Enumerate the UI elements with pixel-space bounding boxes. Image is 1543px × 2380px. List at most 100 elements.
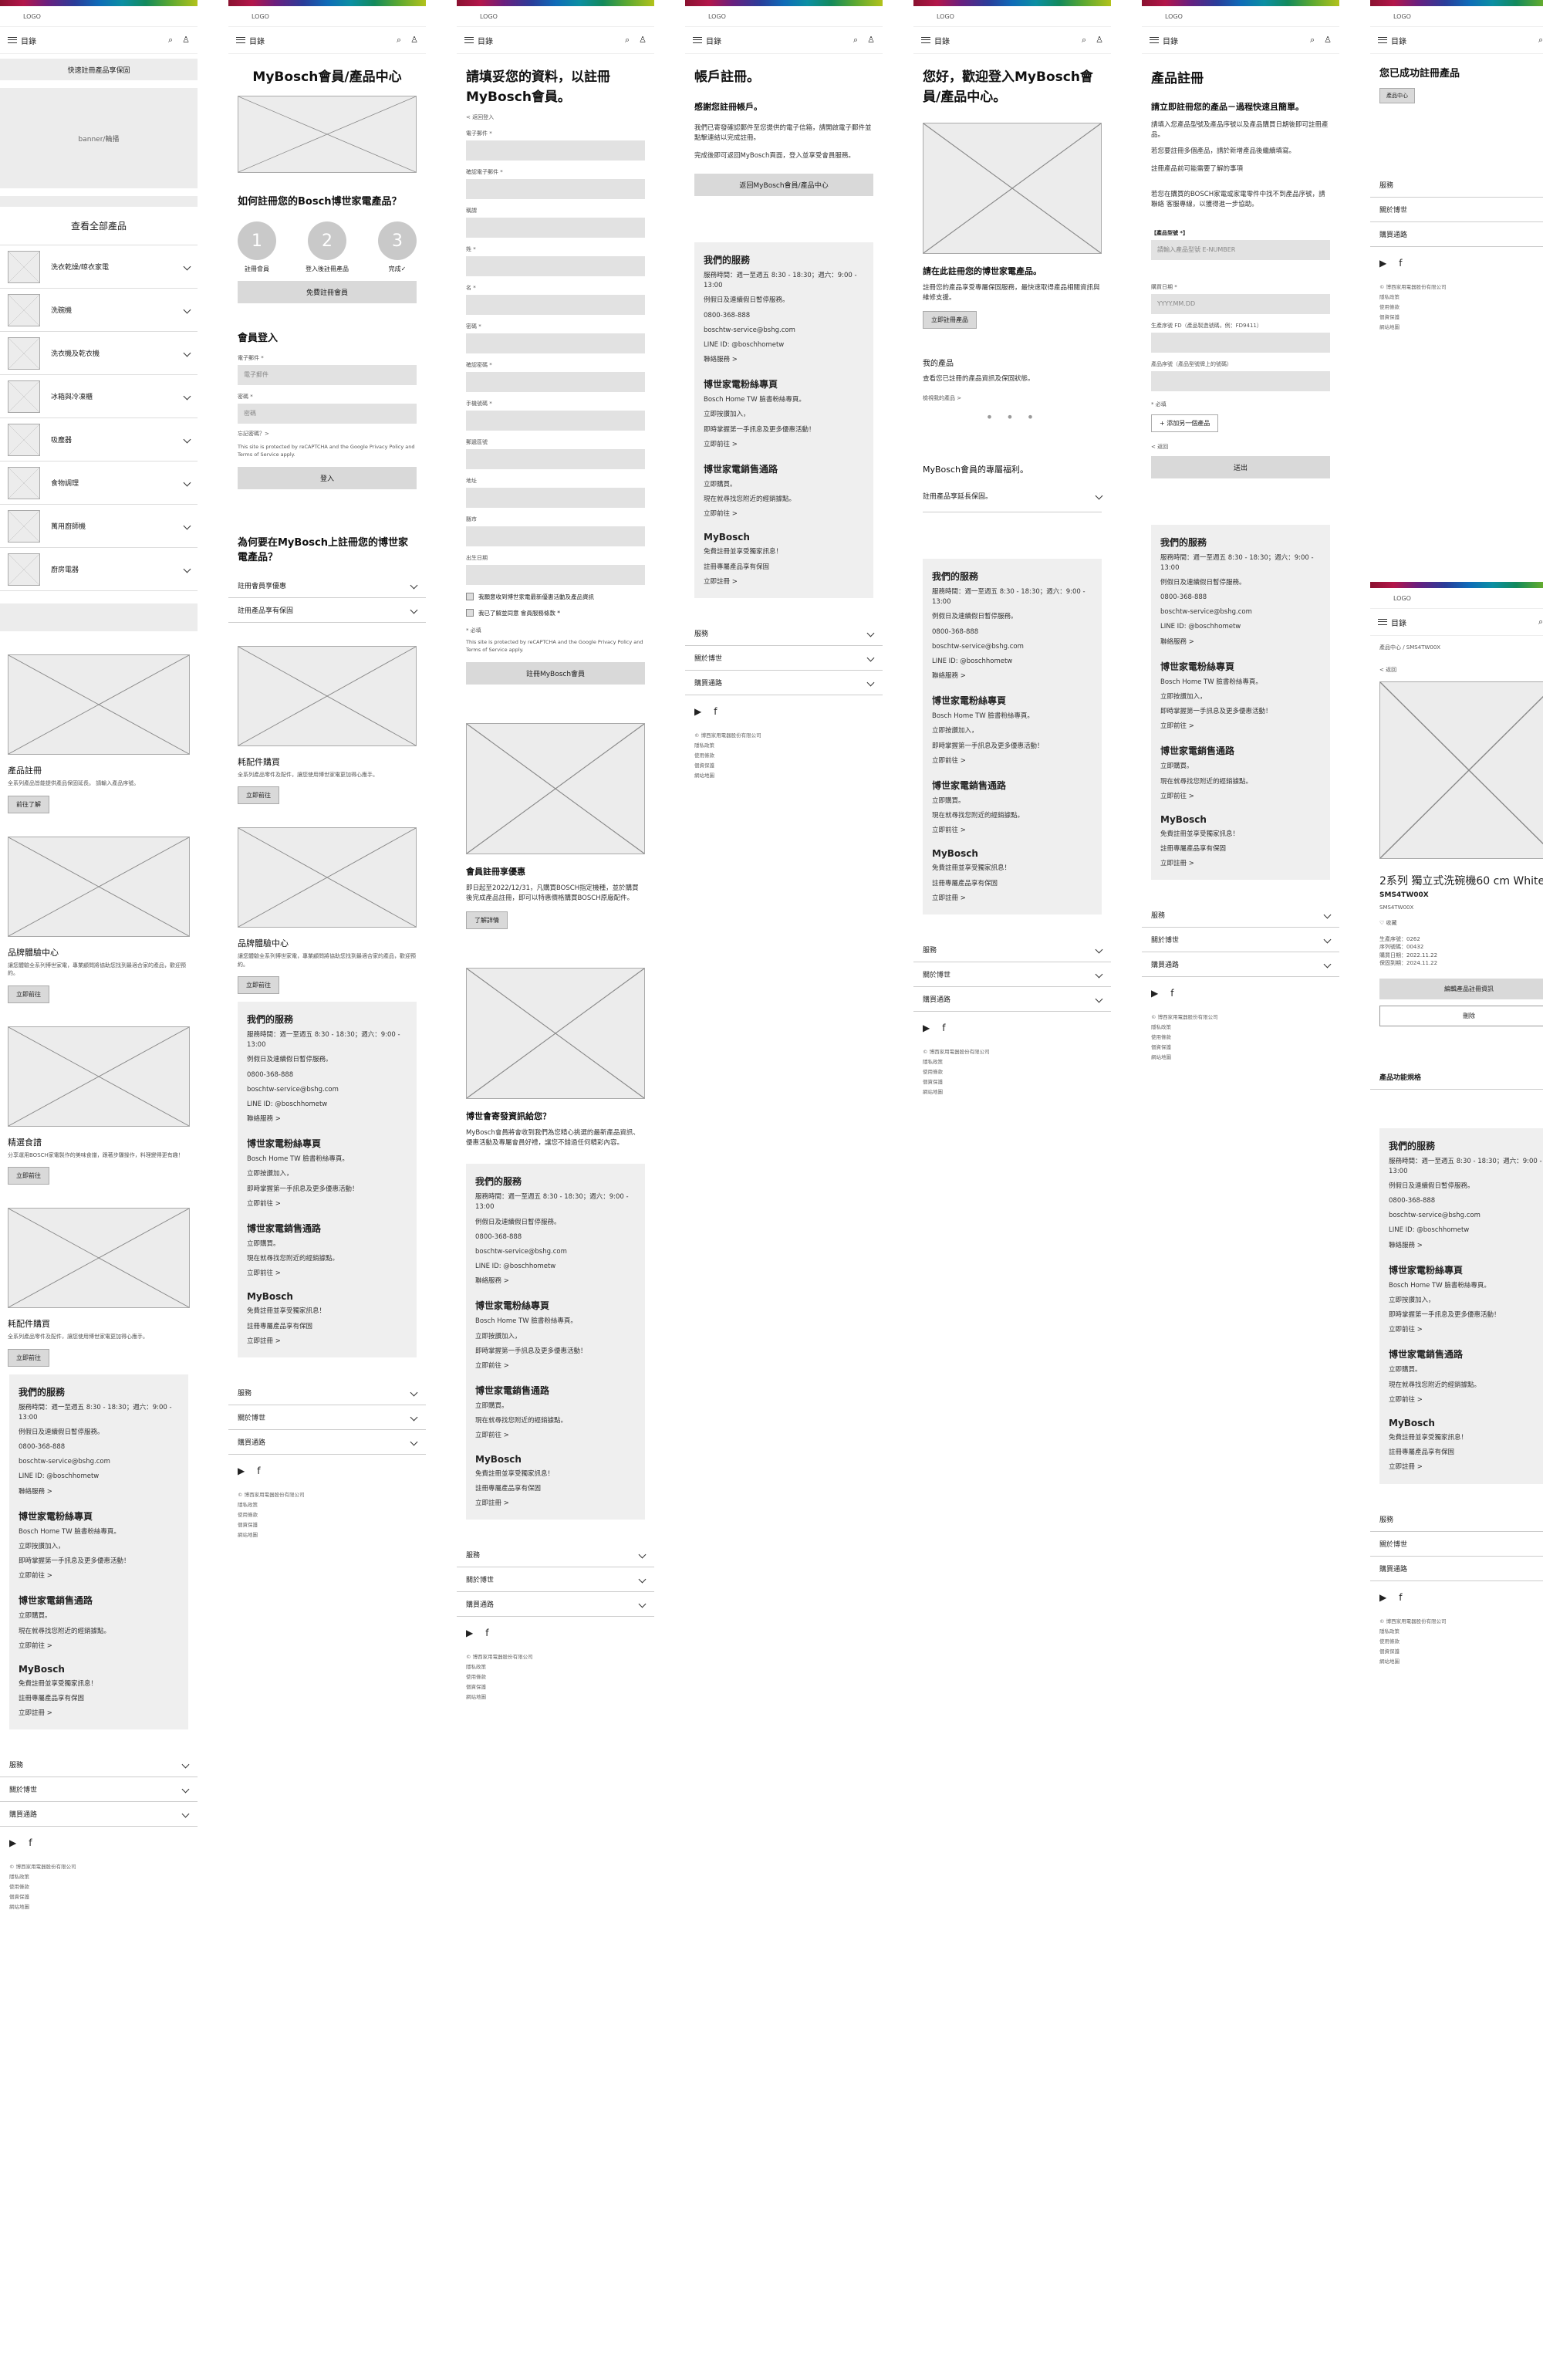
- menu-button[interactable]: 目錄: [1150, 35, 1178, 46]
- footer-accordion[interactable]: 購買通路: [913, 987, 1111, 1012]
- checkbox[interactable]: [466, 592, 474, 600]
- carousel-dots[interactable]: • • •: [923, 410, 1102, 424]
- footer-accordion[interactable]: 服務: [685, 621, 883, 646]
- product-center-button[interactable]: 產品中心: [1379, 87, 1415, 103]
- footer-link[interactable]: 使用條款: [1379, 1637, 1543, 1647]
- facebook-icon[interactable]: f: [485, 1628, 488, 1638]
- footer-accordion[interactable]: 關於博世: [457, 1567, 654, 1593]
- serial-input[interactable]: 請輸入產品型號 E-NUMBER: [1151, 239, 1330, 260]
- service-link[interactable]: 立即註冊 >: [1389, 1462, 1543, 1472]
- footer-accordion[interactable]: 關於博世: [1370, 198, 1543, 222]
- footer-accordion[interactable]: 購買通路: [457, 1592, 654, 1618]
- footer-link[interactable]: 個資保護: [694, 761, 873, 771]
- facebook-icon[interactable]: f: [714, 706, 717, 717]
- feature-button[interactable]: 立即前往: [238, 976, 279, 994]
- form-field[interactable]: [466, 487, 645, 508]
- promo-details-button[interactable]: 了解詳情: [466, 911, 508, 929]
- breadcrumb[interactable]: 產品中心 / SMS4TW00X: [1379, 644, 1543, 652]
- feature-button[interactable]: 立即前往: [238, 786, 279, 804]
- footer-accordion[interactable]: 服務: [0, 1753, 198, 1778]
- collect-link[interactable]: ♡ 收藏: [1379, 919, 1543, 928]
- category-row[interactable]: 廚房電器: [0, 548, 198, 591]
- category-row[interactable]: 洗衣機及乾衣機: [0, 332, 198, 375]
- checkbox[interactable]: [466, 608, 474, 617]
- footer-accordion[interactable]: 服務: [1370, 173, 1543, 198]
- footer-accordion[interactable]: 關於博世: [1370, 1532, 1543, 1557]
- footer-link[interactable]: 個資保護: [923, 1077, 1102, 1087]
- youtube-icon[interactable]: ▶: [238, 1466, 245, 1476]
- user-icon[interactable]: ♙: [1096, 35, 1103, 46]
- faq-link[interactable]: 註冊產品前可能需要了解的事項: [1151, 164, 1330, 174]
- facebook-icon[interactable]: f: [1170, 988, 1173, 999]
- feature-button[interactable]: 立即前往: [8, 985, 49, 1003]
- fd-input[interactable]: [1151, 332, 1330, 353]
- footer-link[interactable]: 使用條款: [923, 1067, 1102, 1077]
- footer-accordion[interactable]: 關於博世: [1142, 928, 1339, 953]
- service-link[interactable]: 立即前往 >: [932, 756, 1092, 766]
- footer-link[interactable]: 使用條款: [466, 1672, 645, 1682]
- footer-link[interactable]: 網站地圖: [1379, 323, 1543, 333]
- youtube-icon[interactable]: ▶: [1151, 988, 1158, 999]
- feature-button[interactable]: 立即前往: [8, 1348, 49, 1367]
- why-accordion[interactable]: 註冊產品享有保固: [228, 598, 426, 623]
- user-icon[interactable]: ♙: [182, 35, 190, 46]
- footer-link[interactable]: 使用條款: [238, 1510, 417, 1520]
- footer-link[interactable]: 隱私政策: [694, 741, 873, 751]
- footer-accordion[interactable]: 關於博世: [228, 1405, 426, 1430]
- register-button[interactable]: 免費註冊會員: [238, 281, 417, 303]
- footer-link[interactable]: 使用條款: [9, 1882, 188, 1892]
- menu-button[interactable]: 目錄: [1378, 35, 1406, 46]
- footer-link[interactable]: 個資保護: [1379, 1647, 1543, 1657]
- footer-accordion[interactable]: 服務: [457, 1543, 654, 1568]
- user-icon[interactable]: ♙: [1324, 35, 1332, 46]
- category-row[interactable]: 吸塵器: [0, 418, 198, 461]
- logo[interactable]: LOGO: [685, 6, 883, 26]
- service-link[interactable]: 聯絡服務 >: [932, 671, 1092, 681]
- back-link[interactable]: < 返回: [1151, 443, 1330, 451]
- service-link[interactable]: 立即前往 >: [1389, 1395, 1543, 1405]
- footer-link[interactable]: 隱私政策: [238, 1500, 417, 1510]
- footer-accordion[interactable]: 服務: [913, 938, 1111, 962]
- footer-link[interactable]: 網站地圖: [466, 1692, 645, 1702]
- facebook-icon[interactable]: f: [942, 1023, 945, 1033]
- category-row[interactable]: 冰箱與冷凍櫃: [0, 375, 198, 418]
- edit-registration-button[interactable]: 編輯產品註冊資訊: [1379, 978, 1543, 999]
- footer-link[interactable]: 個資保護: [1151, 1043, 1330, 1053]
- password-field[interactable]: 密碼: [238, 403, 417, 424]
- footer-link[interactable]: 網站地圖: [9, 1902, 188, 1912]
- search-icon[interactable]: ⌕: [1538, 35, 1543, 46]
- search-icon[interactable]: ⌕: [397, 35, 401, 46]
- youtube-icon[interactable]: ▶: [1379, 258, 1386, 269]
- zno-input[interactable]: [1151, 370, 1330, 391]
- checkbox-row[interactable]: 我已了解並同意 會員服務條款 *: [466, 608, 645, 617]
- facebook-icon[interactable]: f: [257, 1466, 260, 1476]
- service-link[interactable]: 立即前往 >: [475, 1431, 636, 1441]
- footer-accordion[interactable]: 購買通路: [1370, 1557, 1543, 1581]
- footer-link[interactable]: 網站地圖: [1379, 1657, 1543, 1667]
- footer-link[interactable]: 個資保護: [9, 1892, 188, 1902]
- form-field[interactable]: [466, 333, 645, 353]
- youtube-icon[interactable]: ▶: [694, 706, 701, 717]
- form-field[interactable]: [466, 255, 645, 276]
- category-row[interactable]: 洗碗機: [0, 289, 198, 332]
- footer-link[interactable]: 隱私政策: [1379, 292, 1543, 303]
- service-link[interactable]: 立即前往 >: [704, 509, 864, 519]
- footer-link[interactable]: 使用條款: [694, 751, 873, 761]
- service-link[interactable]: 立即前往 >: [247, 1199, 407, 1209]
- back-to-center-button[interactable]: 返回MyBosch會員/產品中心: [694, 174, 873, 197]
- why-accordion[interactable]: 註冊會員享優惠: [228, 573, 426, 598]
- service-link[interactable]: 立即前往 >: [19, 1641, 179, 1651]
- logo[interactable]: LOGO: [457, 6, 654, 26]
- promo-bar[interactable]: 快速註冊產品享保固: [0, 59, 198, 80]
- category-row[interactable]: 洗衣乾燥/晾衣家電: [0, 245, 198, 289]
- footer-link[interactable]: 隱私政策: [1379, 1627, 1543, 1637]
- service-link[interactable]: 聯絡服務 >: [475, 1276, 636, 1286]
- service-link[interactable]: 立即前往 >: [475, 1361, 636, 1371]
- footer-link[interactable]: 個資保護: [238, 1520, 417, 1530]
- user-icon[interactable]: ♙: [867, 35, 875, 46]
- footer-link[interactable]: 網站地圖: [238, 1530, 417, 1540]
- spec-accordion[interactable]: 產品功能規格: [1370, 1065, 1543, 1090]
- all-products-link[interactable]: 查看全部產品: [0, 207, 198, 245]
- youtube-icon[interactable]: ▶: [466, 1628, 473, 1638]
- footer-link[interactable]: 隱私政策: [9, 1872, 188, 1882]
